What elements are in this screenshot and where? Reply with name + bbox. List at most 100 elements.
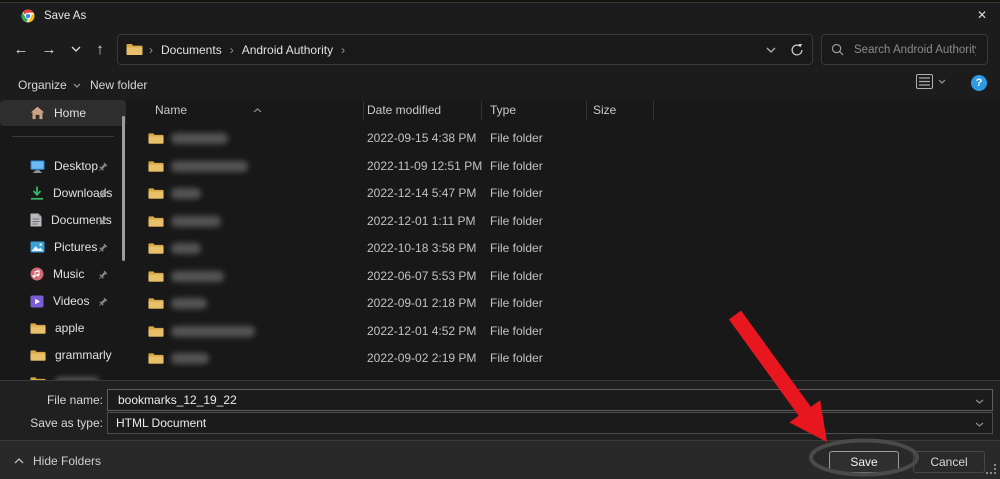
- navigation-sidebar: Home Desktop Downloads Documents Picture…: [0, 100, 132, 380]
- help-icon[interactable]: ?: [971, 75, 987, 91]
- sidebar-item-label: Home: [54, 106, 86, 120]
- chevron-down-icon: [938, 79, 946, 84]
- sort-ascending-icon: [253, 100, 262, 118]
- table-row[interactable]: 2022-12-14 5:47 PM File folder: [140, 180, 1000, 207]
- up-icon[interactable]: ↑: [87, 36, 113, 62]
- breadcrumb-separator: ›: [337, 43, 349, 57]
- breadcrumb-item[interactable]: Documents: [157, 41, 226, 59]
- organize-button[interactable]: Organize: [18, 70, 81, 100]
- column-header-type[interactable]: Type: [490, 103, 516, 117]
- sidebar-item-documents[interactable]: Documents: [0, 207, 126, 233]
- sidebar-item-label: apple: [55, 321, 84, 335]
- table-row[interactable]: 2022-09-15 4:38 PM File folder: [140, 125, 1000, 152]
- title-bar: Save As ✕: [0, 3, 1000, 28]
- redacted-file-name: [171, 216, 221, 227]
- save-as-type-value: HTML Document: [116, 416, 206, 430]
- file-name-label: File name:: [3, 393, 103, 407]
- refresh-icon[interactable]: [790, 43, 804, 57]
- column-divider[interactable]: [653, 101, 654, 120]
- sidebar-item-videos[interactable]: Videos: [0, 288, 126, 314]
- save-as-dialog: Save As ✕ ← → ↑ ›Documents›Android Autho…: [0, 2, 1000, 479]
- resize-grip[interactable]: [986, 462, 997, 479]
- close-icon[interactable]: ✕: [973, 6, 991, 24]
- row-date-modified: 2022-11-09 12:51 PM: [367, 159, 482, 173]
- sidebar-scrollbar[interactable]: [122, 116, 125, 261]
- sidebar-item-downloads[interactable]: Downloads: [0, 180, 126, 206]
- file-name-field[interactable]: [107, 389, 993, 411]
- folder-icon: [30, 349, 46, 362]
- row-type: File folder: [490, 324, 543, 338]
- sidebar-item-redacted[interactable]: [0, 369, 126, 380]
- sidebar-item-desktop[interactable]: Desktop: [0, 153, 126, 179]
- column-header-date-modified[interactable]: Date modified: [367, 103, 441, 117]
- pin-icon: [97, 187, 108, 205]
- row-date-modified: 2022-12-14 5:47 PM: [367, 186, 476, 200]
- redacted-file-name: [171, 353, 209, 364]
- save-as-type-select[interactable]: HTML Document: [107, 412, 993, 434]
- folder-icon: [148, 215, 164, 233]
- breadcrumb-item[interactable]: Android Authority: [238, 41, 337, 59]
- pin-icon: [97, 268, 108, 286]
- chevron-down-icon: [73, 83, 81, 88]
- row-date-modified: 2022-09-01 2:18 PM: [367, 296, 476, 310]
- row-date-modified: 2022-12-01 4:52 PM: [367, 324, 476, 338]
- column-header-name[interactable]: Name: [155, 103, 187, 117]
- back-icon[interactable]: ←: [8, 36, 34, 62]
- column-divider[interactable]: [363, 101, 364, 120]
- folder-icon: [148, 242, 164, 260]
- table-row[interactable]: 2022-12-01 4:52 PM File folder: [140, 318, 1000, 345]
- chevron-down-icon[interactable]: [975, 414, 984, 432]
- pictures-icon: [30, 241, 45, 253]
- table-row[interactable]: 2022-10-18 3:58 PM File folder: [140, 235, 1000, 262]
- hide-folders-button[interactable]: Hide Folders: [14, 454, 101, 468]
- pin-icon: [97, 214, 108, 232]
- folder-icon: [148, 325, 164, 343]
- change-view-button[interactable]: [916, 74, 946, 89]
- sidebar-item-apple[interactable]: apple: [0, 315, 126, 341]
- search-input[interactable]: [852, 43, 978, 57]
- filename-panel: File name: Save as type: HTML Document: [0, 380, 1000, 440]
- forward-icon[interactable]: →: [36, 36, 62, 62]
- sidebar-item-music[interactable]: Music: [0, 261, 126, 287]
- row-type: File folder: [490, 269, 543, 283]
- column-divider[interactable]: [481, 101, 482, 120]
- sidebar-item-grammarly[interactable]: grammarly: [0, 342, 126, 368]
- redacted-file-name: [171, 298, 207, 309]
- row-type: File folder: [490, 241, 543, 255]
- table-row[interactable]: 2022-09-02 2:19 PM File folder: [140, 345, 1000, 372]
- main-content: Home Desktop Downloads Documents Picture…: [0, 100, 1000, 380]
- pin-icon: [97, 160, 108, 178]
- row-date-modified: 2022-10-18 3:58 PM: [367, 241, 476, 255]
- sidebar-item-label: Desktop: [54, 159, 98, 173]
- table-row[interactable]: 2022-11-09 12:51 PM File folder: [140, 153, 1000, 180]
- file-name-input[interactable]: [116, 392, 975, 408]
- address-dropdown-chevron-icon[interactable]: [766, 47, 776, 53]
- new-folder-button[interactable]: New folder: [90, 70, 147, 100]
- table-row[interactable]: 2022-09-01 2:18 PM File folder: [140, 290, 1000, 317]
- sidebar-item-pictures[interactable]: Pictures: [0, 234, 126, 260]
- search-box[interactable]: [821, 34, 988, 65]
- table-row[interactable]: 2022-12-01 1:11 PM File folder: [140, 208, 1000, 235]
- command-toolbar: Organize New folder ?: [0, 70, 1000, 101]
- redacted-file-name: [171, 188, 201, 199]
- folder-icon: [30, 322, 46, 335]
- address-bar[interactable]: ›Documents›Android Authority›: [117, 34, 813, 65]
- cancel-button[interactable]: Cancel: [913, 451, 985, 473]
- sidebar-item-home[interactable]: Home: [0, 100, 126, 126]
- column-header-size[interactable]: Size: [593, 103, 616, 117]
- breadcrumb: ›Documents›Android Authority›: [145, 41, 349, 59]
- folder-icon: [148, 270, 164, 288]
- recent-locations-chevron-icon[interactable]: [63, 36, 89, 62]
- redacted-file-name: [171, 161, 248, 172]
- downloads-icon: [30, 186, 44, 200]
- table-row[interactable]: 2022-06-07 5:53 PM File folder: [140, 263, 1000, 290]
- folder-icon: [148, 132, 164, 150]
- save-button[interactable]: Save: [829, 451, 899, 473]
- screenshot-stage: Save As ✕ ← → ↑ ›Documents›Android Autho…: [0, 0, 1000, 479]
- row-date-modified: 2022-06-07 5:53 PM: [367, 269, 476, 283]
- navigation-bar: ← → ↑ ›Documents›Android Authority›: [0, 28, 1000, 70]
- redacted-file-name: [171, 326, 255, 337]
- redacted-file-name: [171, 133, 228, 144]
- column-divider[interactable]: [586, 101, 587, 120]
- chevron-down-icon[interactable]: [975, 391, 984, 409]
